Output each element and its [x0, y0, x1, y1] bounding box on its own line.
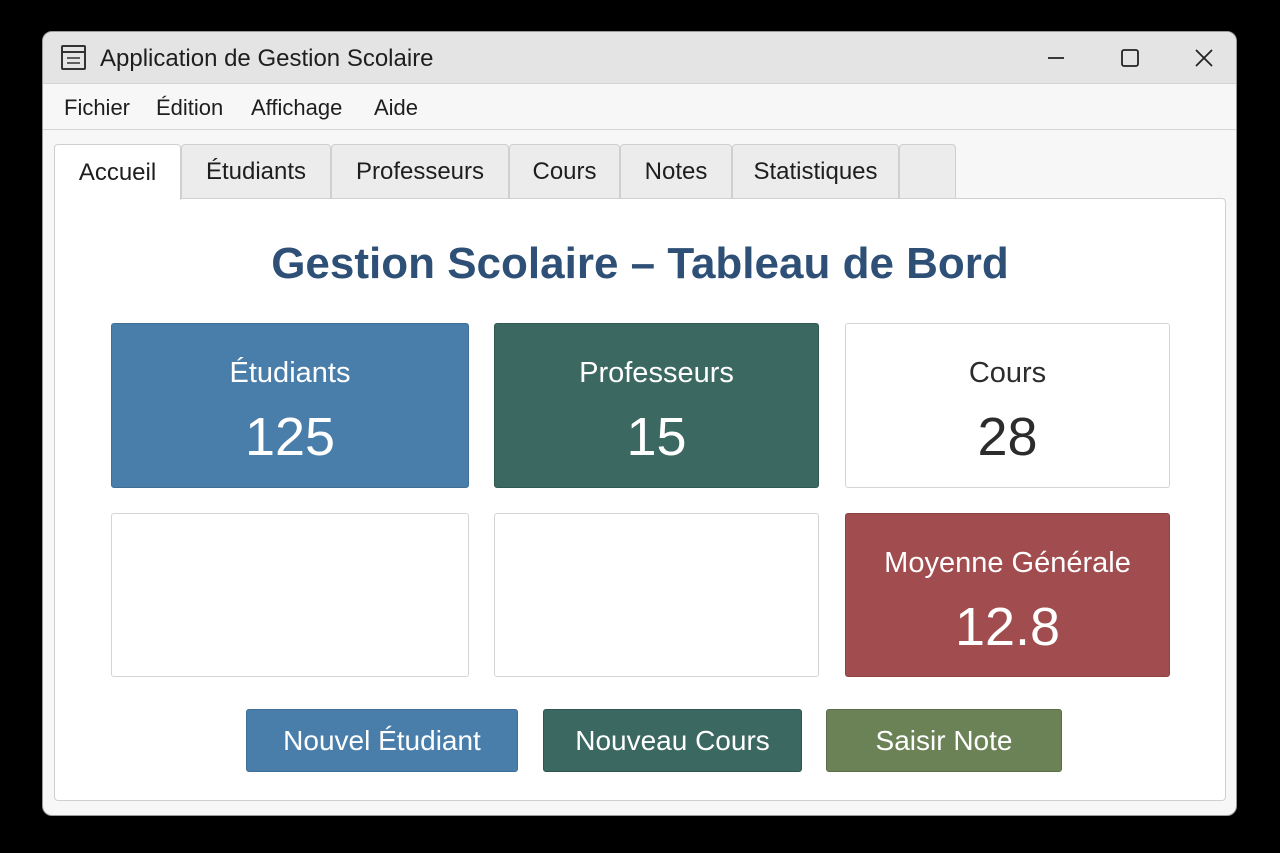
close-button[interactable] [1184, 42, 1224, 74]
maximize-button[interactable] [1110, 42, 1150, 74]
card-label: Étudiants [229, 357, 351, 389]
card-empty-2 [494, 513, 819, 677]
menu-bar: Fichier Édition Affichage Aide [43, 84, 1236, 130]
dashboard-panel: Gestion Scolaire – Tableau de Bord Étudi… [54, 198, 1226, 801]
tab-cours[interactable]: Cours [509, 144, 620, 198]
tab-notes[interactable]: Notes [620, 144, 732, 198]
menu-edition[interactable]: Édition [156, 95, 223, 121]
dashboard-title: Gestion Scolaire – Tableau de Bord [271, 239, 1009, 288]
card-value: 12.8 [954, 597, 1061, 657]
menu-affichage[interactable]: Affichage [251, 95, 342, 121]
window-title: Application de Gestion Scolaire [100, 45, 434, 72]
tab-etudiants[interactable]: Étudiants [181, 144, 331, 198]
new-student-button[interactable]: Nouvel Étudiant [246, 709, 518, 772]
card-empty-1 [111, 513, 469, 677]
card-professeurs[interactable]: Professeurs 15 [494, 323, 819, 488]
card-moyenne-generale[interactable]: Moyenne Générale 12.8 [845, 513, 1170, 677]
tab-statistiques[interactable]: Statistiques [732, 144, 899, 198]
close-icon [1195, 49, 1213, 67]
tab-empty[interactable] [899, 144, 956, 198]
enter-grade-button[interactable]: Saisir Note [826, 709, 1062, 772]
tab-accueil[interactable]: Accueil [54, 144, 181, 200]
minimize-button[interactable] [1036, 42, 1076, 74]
tab-professeurs[interactable]: Professeurs [331, 144, 509, 198]
card-label: Professeurs [579, 357, 734, 389]
card-etudiants[interactable]: Étudiants 125 [111, 323, 469, 488]
menu-fichier[interactable]: Fichier [64, 95, 130, 121]
card-label: Moyenne Générale [884, 547, 1131, 579]
card-value: 125 [244, 407, 336, 467]
card-cours[interactable]: Cours 28 [845, 323, 1170, 488]
menu-aide[interactable]: Aide [374, 95, 418, 121]
window-icon [61, 45, 86, 70]
card-value: 15 [626, 407, 687, 467]
card-label: Cours [968, 357, 1047, 389]
title-bar[interactable]: Application de Gestion Scolaire [43, 32, 1236, 84]
maximize-icon [1121, 49, 1139, 67]
app-window: Application de Gestion Scolaire Fichier … [42, 31, 1237, 816]
new-course-button[interactable]: Nouveau Cours [543, 709, 802, 772]
minimize-icon [1048, 57, 1064, 59]
card-value: 28 [977, 407, 1038, 467]
